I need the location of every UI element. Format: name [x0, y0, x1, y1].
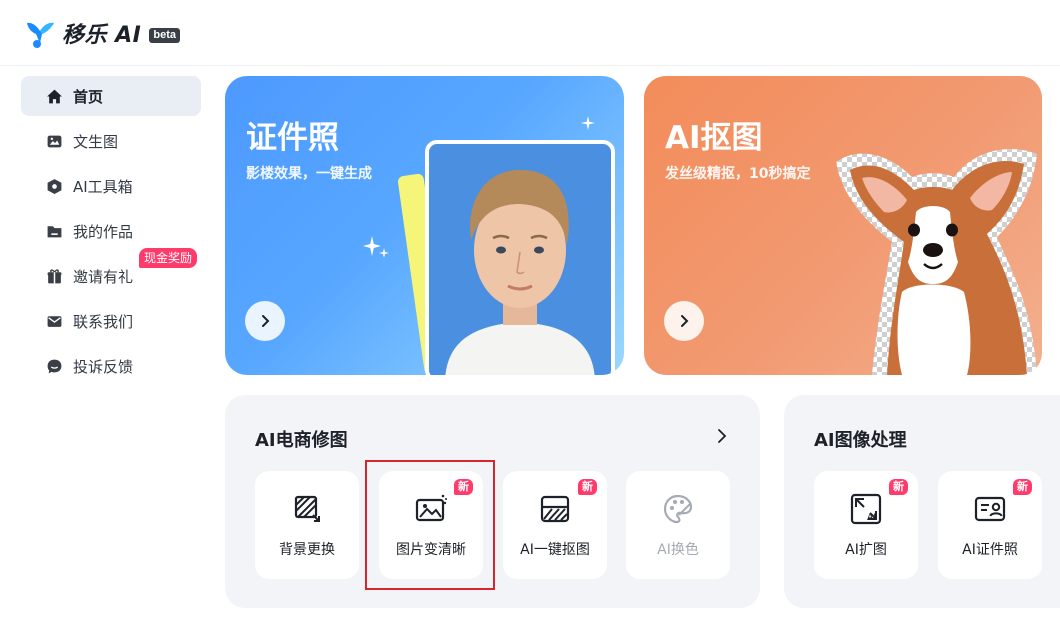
expand-icon: AI: [850, 493, 882, 525]
tool-ai-id-photo[interactable]: 新 AI证件照: [938, 471, 1042, 579]
id-photo-banner[interactable]: 证件照 影楼效果，一键生成: [225, 76, 624, 375]
new-badge: 新: [454, 479, 473, 495]
portrait-photo: [425, 140, 615, 375]
banner-subtitle: 发丝级精抠，10秒搞定: [665, 166, 811, 182]
tool-label: 图片变清晰: [396, 542, 466, 558]
tool-label: AI换色: [657, 542, 699, 558]
corgi-cutout-image: [836, 148, 1037, 375]
tool-label: AI扩图: [845, 542, 887, 558]
sidebar-item-label: 投诉反馈: [73, 357, 134, 376]
image-icon: [46, 133, 63, 150]
sidebar-item-label: 首页: [73, 87, 104, 106]
tool-image-enhance[interactable]: 新 图片变清晰: [379, 471, 483, 579]
banner-title: 证件照: [246, 120, 339, 156]
sidebar-item-home[interactable]: 首页: [21, 76, 201, 116]
chevron-right-icon[interactable]: [714, 428, 730, 444]
folder-icon: [46, 223, 63, 240]
ecommerce-section: AI电商修图 背景更换 新 图片变清晰 新 AI一键抠图 AI换色: [225, 395, 760, 608]
tool-ai-cutout[interactable]: 新 AI一键抠图: [503, 471, 607, 579]
image-processing-section: AI图像处理 新 AI AI扩图 新 AI证件照: [784, 395, 1060, 608]
feedback-icon: [46, 358, 63, 375]
sidebar-item-label: 文生图: [73, 132, 119, 151]
tool-label: AI一键抠图: [520, 542, 590, 558]
palette-icon: [662, 493, 694, 525]
cash-reward-badge: 现金奖励: [139, 248, 198, 268]
logo-text[interactable]: 移乐 AI: [62, 17, 141, 49]
beta-badge: beta: [149, 28, 180, 43]
sidebar-item-feedback[interactable]: 投诉反馈: [21, 346, 201, 386]
id-card-icon: [974, 493, 1006, 525]
sparkle-icon: [363, 236, 389, 258]
sidebar-item-label: 联系我们: [73, 312, 134, 331]
mail-icon: [46, 313, 63, 330]
sidebar-item-my-works[interactable]: 我的作品: [21, 211, 201, 251]
sidebar-item-invite[interactable]: 邀请有礼 现金奖励: [21, 248, 201, 296]
gift-icon: [46, 268, 63, 285]
toolbox-icon: [46, 178, 63, 195]
new-badge: 新: [578, 479, 597, 495]
cutout-icon: [539, 493, 571, 525]
svg-text:AI: AI: [867, 513, 876, 523]
tool-label: 背景更换: [279, 542, 335, 558]
logo-icon[interactable]: [24, 17, 56, 49]
banner-title: AI抠图: [665, 120, 763, 156]
banner-next-button[interactable]: [245, 301, 285, 341]
sidebar: 首页 文生图 AI工具箱 我的作品 邀请有礼 现金奖励 联系我们 投诉反馈: [21, 76, 201, 391]
new-badge: 新: [1013, 479, 1032, 495]
sparkle-icon: [581, 116, 595, 130]
new-badge: 新: [889, 479, 908, 495]
banner-next-button[interactable]: [664, 301, 704, 341]
tool-ai-recolor[interactable]: AI换色: [626, 471, 730, 579]
sidebar-item-label: 邀请有礼: [73, 267, 134, 286]
section-title: AI电商修图: [255, 430, 348, 451]
top-header: 移乐 AI beta: [0, 0, 1060, 66]
ai-cutout-banner[interactable]: AI抠图 发丝级精抠，10秒搞定: [644, 76, 1042, 375]
image-enhance-icon: [415, 493, 447, 525]
sidebar-item-toolbox[interactable]: AI工具箱: [21, 166, 201, 206]
tool-background-replace[interactable]: 背景更换: [255, 471, 359, 579]
sidebar-item-label: AI工具箱: [73, 177, 133, 196]
chevron-right-icon: [681, 315, 689, 327]
sidebar-item-contact[interactable]: 联系我们: [21, 301, 201, 341]
background-replace-icon: [291, 493, 323, 525]
section-title: AI图像处理: [814, 430, 907, 451]
chevron-right-icon: [262, 315, 270, 327]
home-icon: [46, 88, 63, 105]
tool-ai-expand[interactable]: 新 AI AI扩图: [814, 471, 918, 579]
sidebar-item-text-to-image[interactable]: 文生图: [21, 121, 201, 161]
sidebar-item-label: 我的作品: [73, 222, 134, 241]
tool-label: AI证件照: [962, 542, 1018, 558]
banner-subtitle: 影楼效果，一键生成: [246, 166, 372, 182]
